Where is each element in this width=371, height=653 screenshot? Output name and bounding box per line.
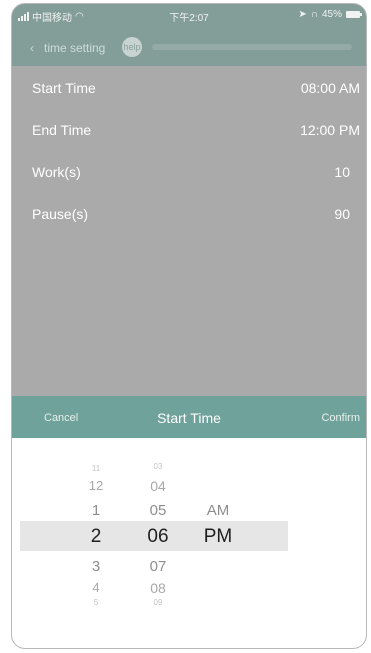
nav-bar: ‹ time setting help: [12, 32, 366, 60]
setting-value: 12:00 PM: [300, 122, 360, 138]
setting-label: End Time: [32, 122, 92, 138]
hour-option[interactable]: 5: [66, 598, 126, 607]
minute-option[interactable]: 03: [128, 462, 188, 471]
app-header: 中国移动 ◠ 下午2:07 ➤ ∩ 45% ‹ time setting hel…: [12, 4, 366, 66]
hour-option[interactable]: 1: [66, 502, 126, 519]
picker-toolbar: Cancel Start Time Confirm: [12, 396, 366, 438]
help-button[interactable]: help: [122, 37, 142, 57]
setting-value: 90: [334, 206, 350, 222]
ampm-option[interactable]: AM: [188, 502, 248, 519]
back-icon[interactable]: ‹: [30, 41, 34, 55]
hour-option[interactable]: 11: [66, 464, 126, 473]
minute-option[interactable]: 07: [128, 558, 188, 575]
setting-value: 10: [334, 164, 350, 180]
status-bar: 中国移动 ◠ 下午2:07 ➤ ∩ 45%: [12, 4, 366, 24]
picker-title: Start Time: [157, 410, 221, 426]
minute-option[interactable]: 09: [128, 598, 188, 607]
hour-option[interactable]: 12: [66, 478, 126, 493]
setting-row-end-time[interactable]: End Time 12:00 PM: [12, 108, 366, 150]
setting-row-work[interactable]: Work(s) 10: [12, 150, 366, 192]
confirm-button[interactable]: Confirm: [321, 412, 360, 424]
hour-option[interactable]: 4: [66, 580, 126, 595]
hour-option[interactable]: 3: [66, 558, 126, 575]
settings-list: Start Time 08:00 AM End Time 12:00 PM Wo…: [12, 66, 366, 396]
status-right: ➤ ∩ 45%: [298, 9, 362, 20]
setting-row-pause[interactable]: Pause(s) 90: [12, 192, 366, 234]
setting-row-start-time[interactable]: Start Time 08:00 AM: [12, 66, 366, 108]
setting-value: 08:00 AM: [300, 80, 360, 96]
hour-option-selected[interactable]: 2: [66, 526, 126, 548]
setting-label: Pause(s): [32, 206, 89, 222]
setting-label: Work(s): [32, 164, 81, 180]
nav-faded-text: [152, 44, 352, 50]
battery-icon: [346, 11, 362, 18]
time-picker[interactable]: 11 12 1 2 3 4 5 03 04 05 06 07 08 09 AM …: [12, 438, 366, 648]
minute-option[interactable]: 04: [128, 478, 188, 494]
minute-option[interactable]: 05: [128, 502, 188, 519]
headphones-icon: ∩: [310, 9, 318, 20]
location-icon: ➤: [298, 9, 307, 20]
minute-option[interactable]: 08: [128, 580, 188, 596]
battery-percent: 45%: [321, 9, 342, 20]
ampm-option-selected[interactable]: PM: [188, 526, 248, 548]
nav-title: time setting: [44, 41, 106, 55]
minute-option-selected[interactable]: 06: [128, 526, 188, 548]
setting-label: Start Time: [32, 80, 96, 96]
phone-screen: 中国移动 ◠ 下午2:07 ➤ ∩ 45% ‹ time setting hel…: [11, 3, 367, 649]
